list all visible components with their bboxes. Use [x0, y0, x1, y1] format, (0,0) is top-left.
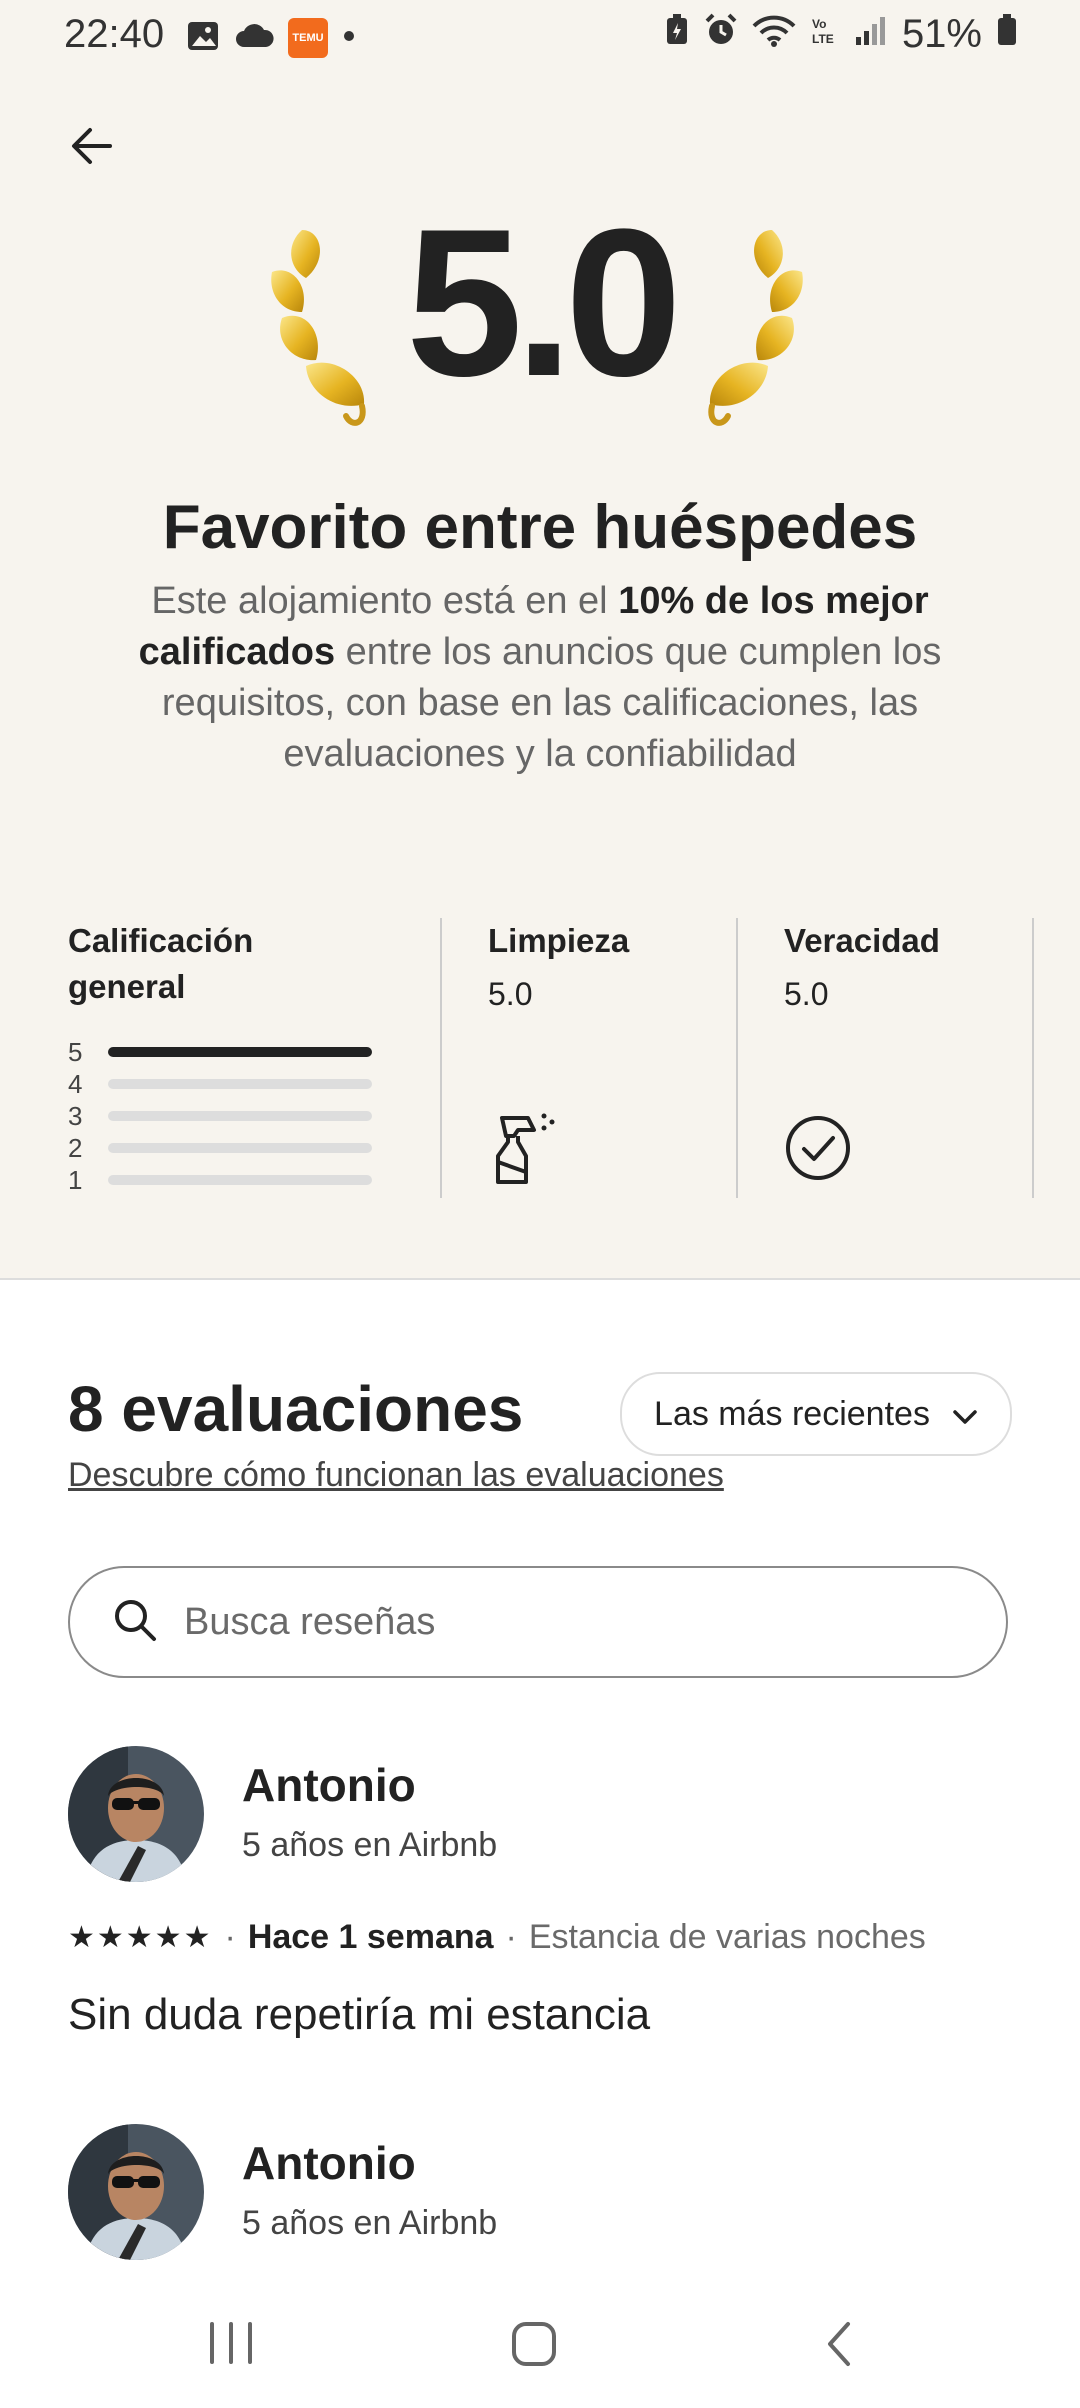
desc-pre: Este alojamiento está en el	[151, 580, 619, 622]
distribution-star-label: 5	[68, 1036, 83, 1067]
category-cleanliness-value: 5.0	[488, 976, 533, 1012]
status-bar: 22:40 TEMU Vo LTE 51%	[0, 0, 1080, 72]
search-reviews-field[interactable]	[68, 1566, 1008, 1678]
review-item: Antonio 5 años en Airbnb	[68, 2124, 1012, 2264]
category-accuracy-label: Veracidad	[784, 922, 940, 959]
search-icon	[112, 1597, 158, 1648]
category-divider	[1032, 918, 1034, 1198]
stay-type: Estancia de varias noches	[528, 1918, 926, 1956]
notification-icons: TEMU	[186, 18, 356, 58]
arrow-left-icon	[64, 128, 120, 178]
back-nav-button[interactable]	[822, 2320, 854, 2373]
dot-icon	[342, 29, 356, 48]
sort-label: Las más recientes	[654, 1394, 930, 1433]
distribution-bar	[108, 1047, 372, 1057]
review-meta: ★★★★★ · Hace 1 semana · Estancia de vari…	[68, 1918, 926, 1957]
sort-dropdown-button[interactable]: Las más recientes	[620, 1372, 1012, 1456]
system-navigation-bar	[0, 2268, 1080, 2408]
distribution-bar	[108, 1111, 372, 1121]
category-divider	[736, 918, 738, 1198]
guest-favorite-title: Favorito entre huéspedes	[162, 493, 918, 562]
rating-distribution: 5 4 3 2 1	[68, 1036, 372, 1196]
recent-apps-button[interactable]	[206, 2320, 256, 2371]
temu-app-icon: TEMU	[288, 18, 328, 58]
category-overall-label: Calificación general	[68, 922, 254, 1005]
distribution-row-1: 1	[68, 1164, 372, 1196]
home-button[interactable]	[510, 2320, 558, 2373]
category-cleanliness-label: Limpieza	[488, 922, 630, 959]
spray-bottle-icon	[494, 1110, 558, 1191]
how-reviews-work-link[interactable]: Descubre cómo funcionan las evaluaciones	[68, 1456, 724, 1495]
review-text: Sin duda repetiría mi estancia	[68, 1990, 651, 2039]
search-reviews-input[interactable]	[182, 1599, 946, 1645]
review-date: Hace 1 semana	[247, 1918, 494, 1956]
separator-dot: ·	[224, 1918, 236, 1956]
category-accuracy: Veracidad 5.0	[784, 918, 1024, 1198]
review-item: Antonio 5 años en Airbnb ★★★★★ · Hace 1 …	[68, 1746, 1012, 2046]
distribution-bar	[108, 1175, 372, 1185]
reviewer-name: Antonio	[242, 1759, 416, 1811]
distribution-star-label: 3	[68, 1100, 83, 1131]
distribution-row-5: 5	[68, 1036, 372, 1068]
distribution-bar-fill	[108, 1047, 372, 1057]
reviews-count-heading: 8 evaluaciones	[68, 1373, 524, 1445]
cloud-icon	[234, 21, 274, 56]
battery-icon	[996, 12, 1018, 57]
check-circle-icon	[784, 1114, 852, 1187]
distribution-bar	[108, 1143, 372, 1153]
avatar[interactable]	[68, 1746, 204, 1882]
category-cleanliness: Limpieza 5.0	[488, 918, 728, 1198]
svg-text:Vo: Vo	[812, 17, 826, 31]
volte-icon: Vo LTE	[810, 12, 840, 57]
avatar[interactable]	[68, 2124, 204, 2260]
distribution-row-2: 2	[68, 1132, 372, 1164]
wifi-icon	[752, 12, 796, 57]
distribution-star-label: 2	[68, 1132, 83, 1163]
status-right: Vo LTE 51%	[664, 12, 1018, 57]
distribution-row-3: 3	[68, 1100, 372, 1132]
alarm-icon	[704, 12, 738, 57]
image-icon	[186, 19, 220, 58]
star-rating: ★★★★★	[68, 1921, 213, 1954]
svg-text:LTE: LTE	[812, 32, 834, 46]
separator-dot: ·	[505, 1918, 517, 1956]
temu-label: TEMU	[292, 32, 324, 44]
battery-saver-icon	[664, 12, 690, 57]
reviewer-tenure: 5 años en Airbnb	[242, 2204, 498, 2242]
reviewer-tenure: 5 años en Airbnb	[242, 1826, 498, 1864]
battery-percent: 51%	[901, 12, 982, 56]
distribution-star-label: 1	[68, 1164, 83, 1195]
status-time: 22:40	[64, 12, 165, 56]
distribution-row-4: 4	[68, 1068, 372, 1100]
distribution-star-label: 4	[68, 1068, 83, 1099]
reviewer-name: Antonio	[242, 2137, 416, 2189]
category-divider	[440, 918, 442, 1198]
signal-icon	[854, 12, 888, 57]
category-accuracy-value: 5.0	[784, 976, 829, 1012]
guest-favorite-description: Este alojamiento está en el 10% de los m…	[120, 576, 960, 780]
chevron-down-icon	[952, 1395, 978, 1434]
distribution-bar	[108, 1079, 372, 1089]
back-button[interactable]	[64, 118, 120, 174]
overall-rating: 5.0	[406, 185, 682, 420]
